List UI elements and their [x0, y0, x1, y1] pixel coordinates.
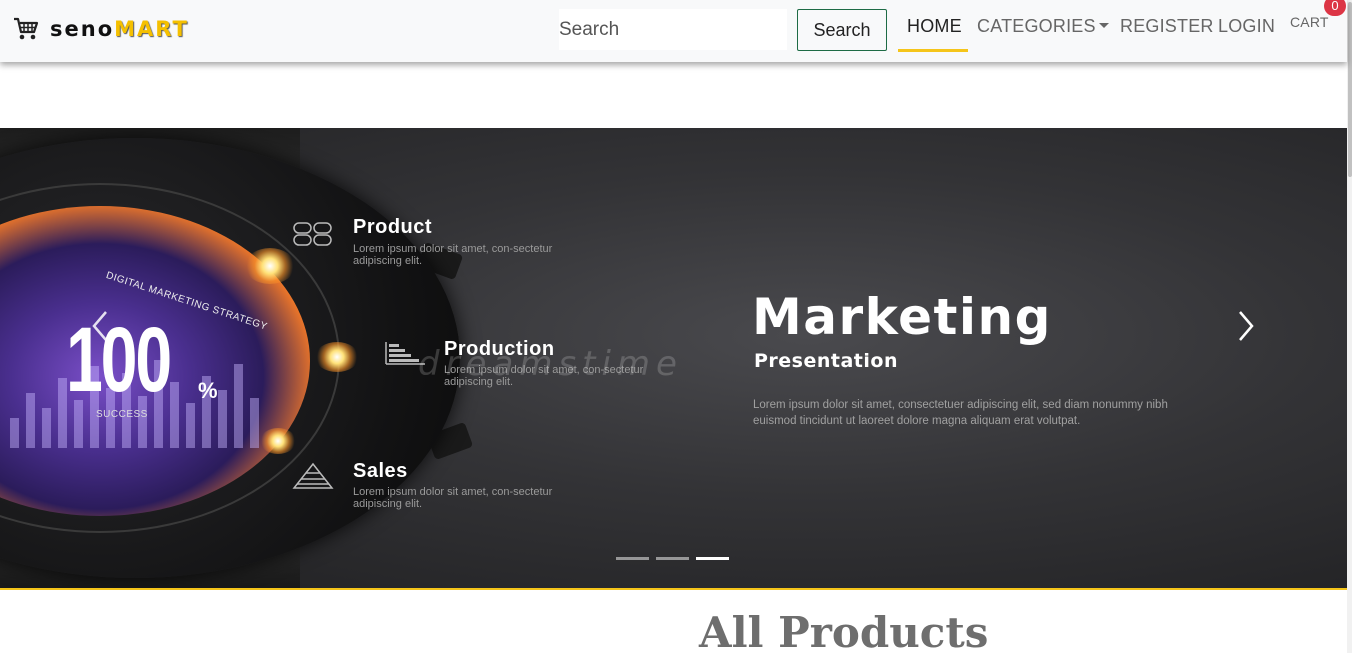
- feature-desc: Lorem ipsum dolor sit amet, con-sectetur…: [353, 243, 553, 267]
- chevron-left-icon: [92, 311, 107, 341]
- nav-cart-link[interactable]: CART: [1290, 14, 1329, 30]
- watermark: dreamstime: [418, 344, 683, 384]
- pyramid-icon: [292, 462, 334, 489]
- search-input[interactable]: [559, 9, 787, 50]
- brand-logo[interactable]: senoMART: [12, 14, 189, 44]
- glow-dot: [315, 342, 359, 372]
- hero-description: Lorem ipsum dolor sit amet, consectetuer…: [753, 399, 1168, 427]
- navbar: senoMART Search HOME CATEGORIES REGISTER…: [0, 0, 1347, 62]
- glow-dot: [260, 428, 296, 454]
- carousel-bottom-border: [0, 588, 1347, 590]
- search-button[interactable]: Search: [797, 9, 887, 51]
- nav-home-link[interactable]: HOME: [907, 16, 962, 37]
- feature-title: Sales: [353, 460, 408, 482]
- nav-categories-label: CATEGORIES: [977, 16, 1096, 36]
- feature-desc: Lorem ipsum dolor sit amet, con-sectetur…: [353, 486, 553, 510]
- brand-prefix: seno: [50, 17, 115, 41]
- hero-subheadline: Presentation: [754, 350, 898, 372]
- cart-count-badge: 0: [1324, 0, 1346, 16]
- hero-carousel: DIGITAL MARKETING STRATEGY 100 % SUCCESS…: [0, 128, 1347, 588]
- scrollbar-thumb[interactable]: [1348, 2, 1352, 177]
- nav-categories-dropdown[interactable]: CATEGORIES: [977, 16, 1109, 37]
- section-title: All Products: [699, 608, 989, 657]
- carousel-prev-button[interactable]: [86, 308, 116, 344]
- brand-suffix: MART: [114, 17, 189, 41]
- grid-icon: [293, 222, 332, 246]
- nav-register-link[interactable]: REGISTER: [1120, 16, 1214, 37]
- watch-unit: %: [198, 378, 218, 403]
- carousel-indicator-3[interactable]: [696, 557, 729, 560]
- brand-name: senoMART: [50, 17, 189, 41]
- nav-login-link[interactable]: LOGIN: [1218, 16, 1275, 37]
- hero-headline: Marketing: [752, 288, 1052, 346]
- carousel-indicator-1[interactable]: [616, 557, 649, 560]
- carousel-next-button[interactable]: [1232, 308, 1262, 344]
- watch-caption: SUCCESS: [96, 409, 148, 420]
- watch-value: 100: [66, 309, 172, 411]
- carousel-indicator-2[interactable]: [656, 557, 689, 560]
- feature-title: Product: [353, 216, 433, 238]
- shopping-cart-icon: [14, 17, 39, 40]
- caret-down-icon: [1098, 22, 1109, 28]
- active-nav-indicator: [898, 49, 968, 52]
- glow-dot: [245, 248, 295, 284]
- chevron-right-icon: [1239, 311, 1254, 341]
- carousel-indicators: [616, 557, 729, 560]
